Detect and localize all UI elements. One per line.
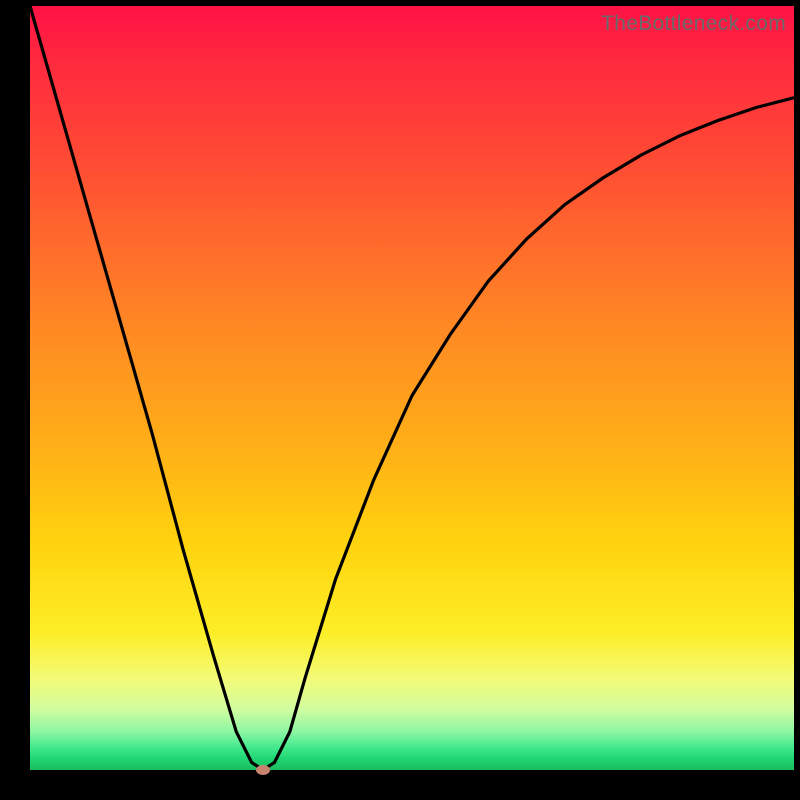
chart-frame: TheBottleneck.com: [0, 0, 800, 800]
watermark-text: TheBottleneck.com: [601, 12, 786, 36]
plot-area: TheBottleneck.com: [30, 6, 794, 770]
curve-path: [30, 6, 794, 770]
bottleneck-curve: [30, 6, 794, 770]
minimum-point-marker: [256, 765, 270, 775]
